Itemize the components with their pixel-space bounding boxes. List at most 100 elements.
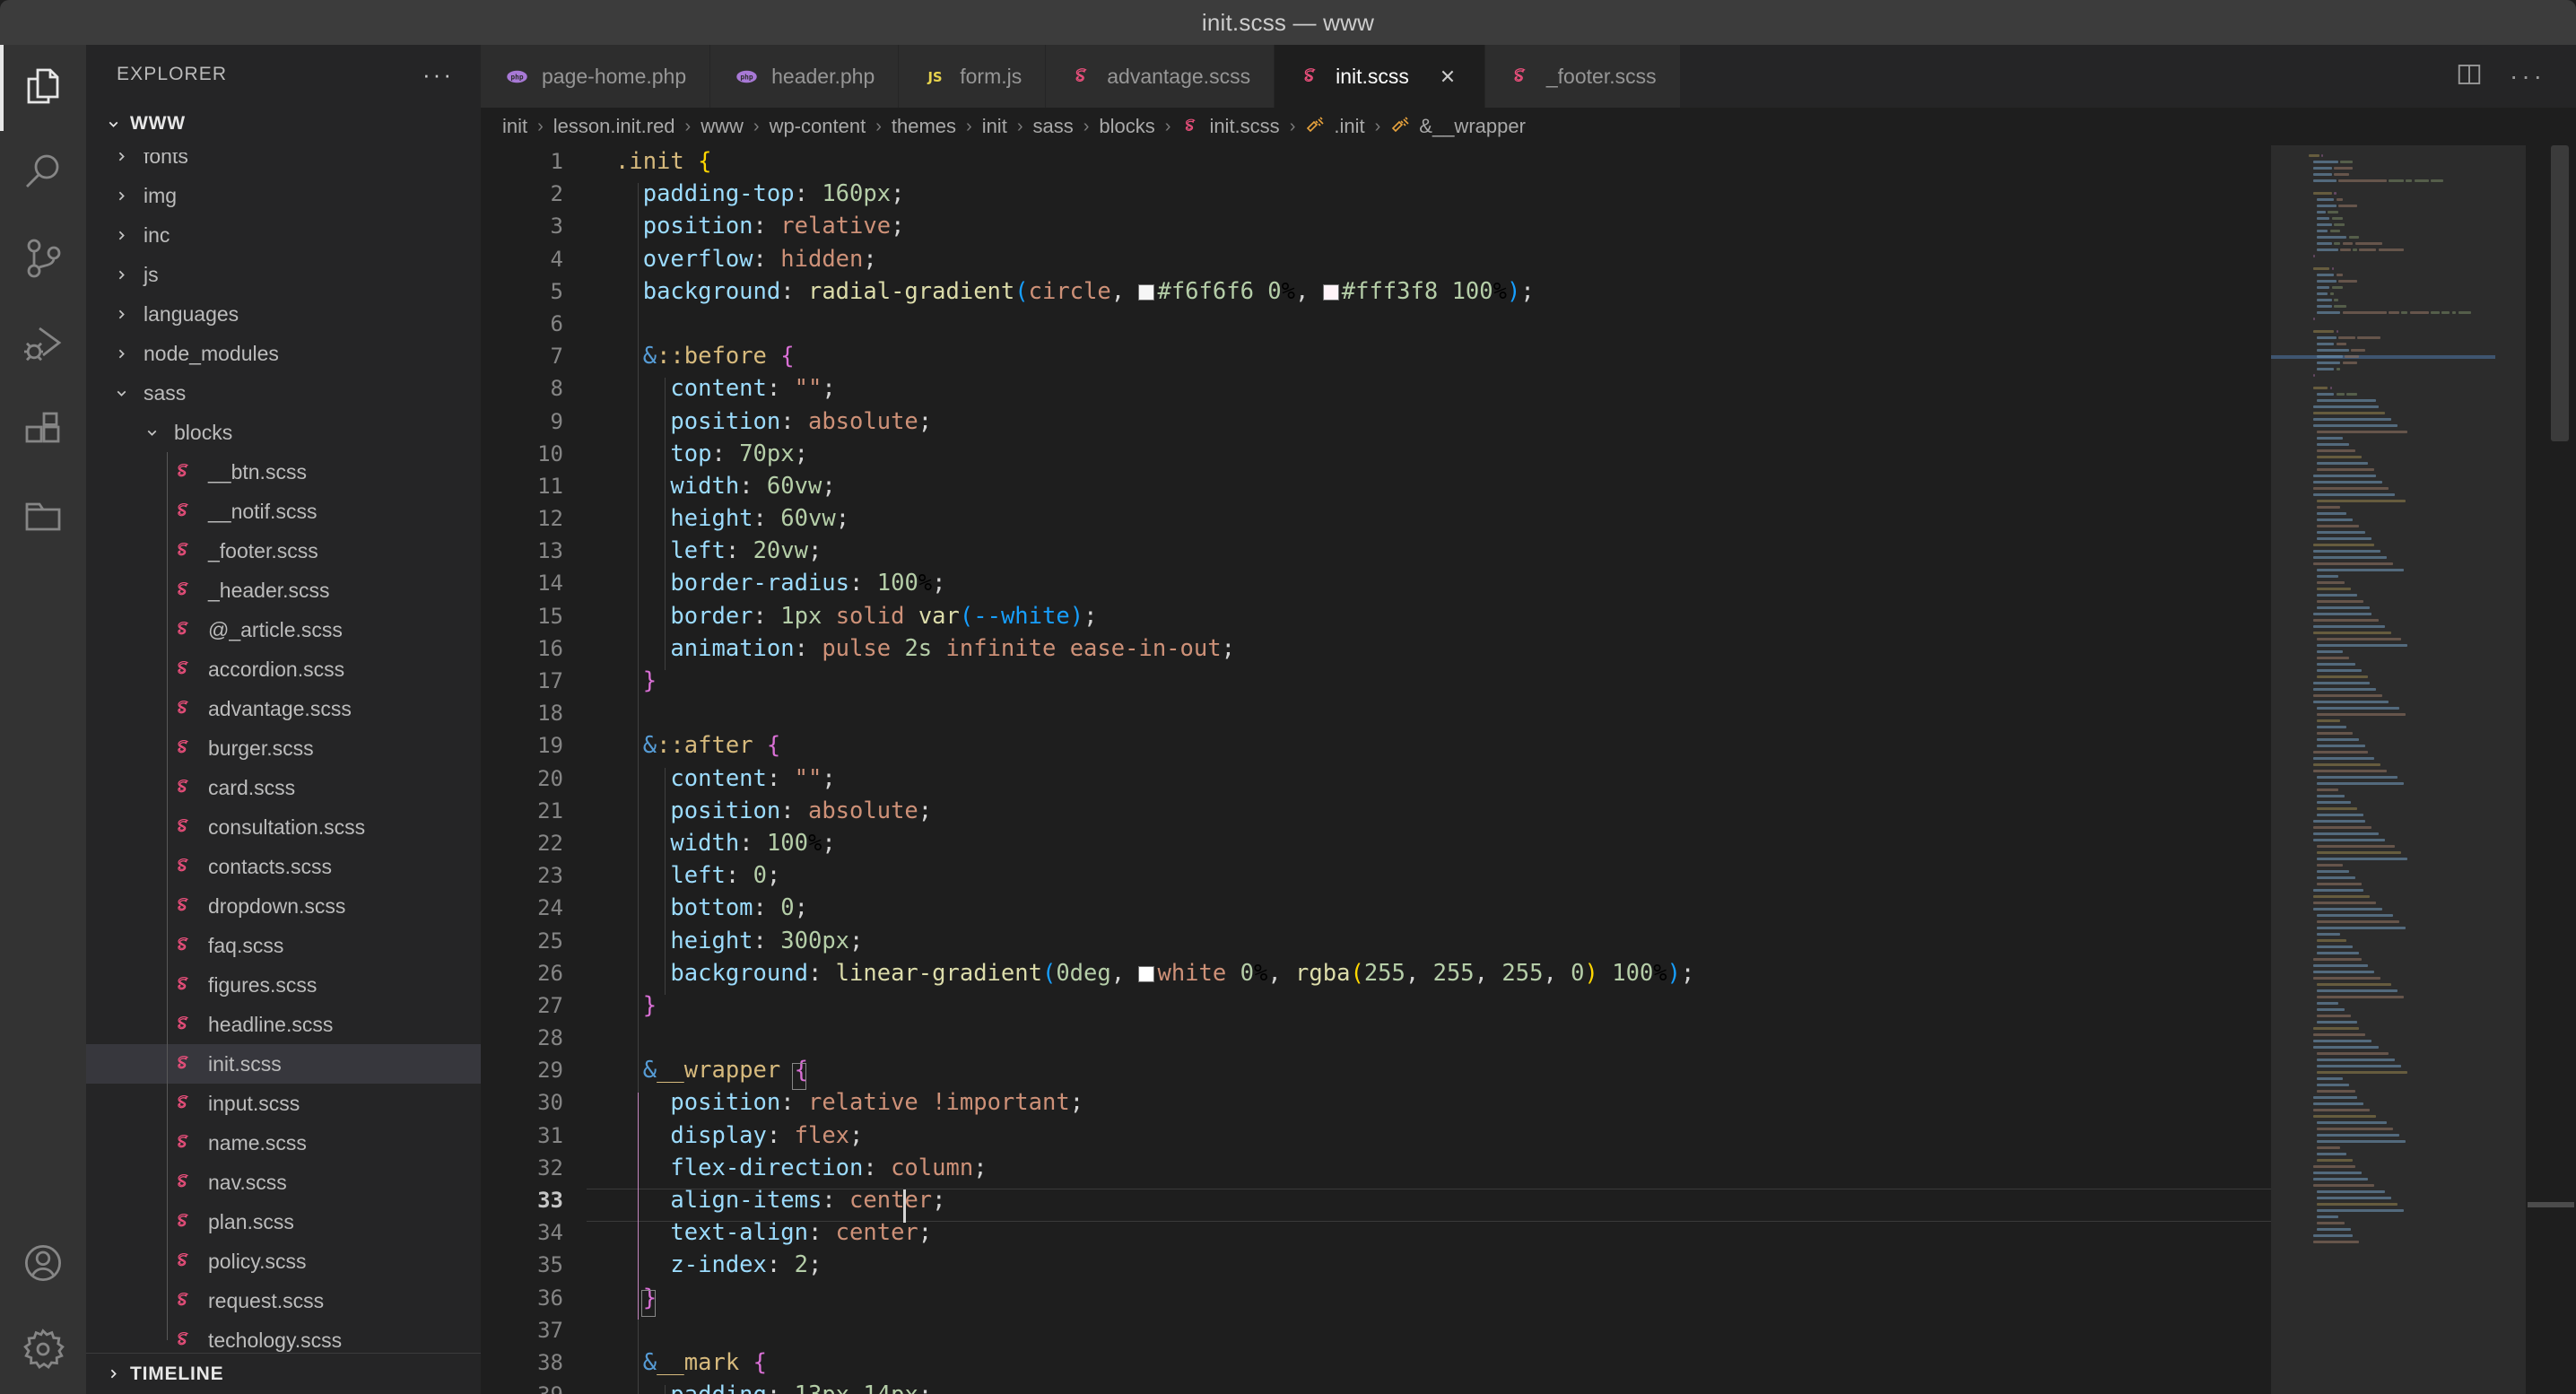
editor-more-actions-icon[interactable]: ··· — [2510, 64, 2546, 89]
tree-item-headline.scss[interactable]: headline.scss — [86, 1005, 481, 1044]
activity-bar-item-manage-settings[interactable] — [0, 1308, 86, 1394]
tree-item-_article.scss[interactable]: @_article.scss — [86, 610, 481, 649]
tree-indent-guide — [167, 452, 168, 1340]
split-editor-icon[interactable] — [2456, 61, 2483, 92]
minimap-line — [2312, 619, 2379, 622]
minimap-line — [2312, 1046, 2379, 1049]
tree-item-init.scss[interactable]: init.scss — [86, 1044, 481, 1084]
tree-item-sass[interactable]: sass — [86, 373, 481, 413]
tree-item-js[interactable]: js — [86, 255, 481, 294]
tab-_footer.scss[interactable]: _footer.scss — [1484, 45, 1681, 108]
minimap-line — [2317, 280, 2337, 283]
tree-item-input.scss[interactable]: input.scss — [86, 1084, 481, 1123]
minimap[interactable] — [2271, 145, 2526, 1394]
breadcrumb[interactable]: init › lesson.init.red › www › wp-content › them… — [481, 108, 2576, 145]
breadcrumb-item-init[interactable]: init — [500, 115, 529, 138]
tab-header.php[interactable]: php header.php — [710, 45, 900, 108]
chevron-right-icon[interactable] — [106, 188, 136, 204]
breadcrumb-item-init[interactable]: init — [980, 115, 1009, 138]
tree-item-advantage.scss[interactable]: advantage.scss — [86, 689, 481, 728]
breadcrumb-item-__wrapper[interactable]: &__wrapper — [1388, 115, 1527, 138]
tree-item-__btn.scss[interactable]: __btn.scss — [86, 452, 481, 492]
activity-bar-item-explorer[interactable] — [0, 45, 86, 131]
line-number: 28 — [537, 1025, 563, 1051]
breadcrumb-item-sass[interactable]: sass — [1031, 115, 1075, 138]
tree-item-policy.scss[interactable]: policy.scss — [86, 1242, 481, 1281]
minimap-line — [2340, 161, 2354, 163]
editor-vertical-scrollbar[interactable] — [2551, 145, 2569, 441]
tab-page-home.php[interactable]: php page-home.php — [481, 45, 711, 108]
explorer-root-folder-header[interactable]: WWW — [86, 104, 481, 144]
tree-item-faq.scss[interactable]: faq.scss — [86, 926, 481, 965]
editor-actions: ··· — [2456, 45, 2576, 108]
tree-item-node_modules[interactable]: node_modules — [86, 334, 481, 373]
tree-item-label: policy.scss — [208, 1249, 307, 1273]
tab-init.scss[interactable]: init.scss — [1275, 45, 1485, 108]
tree-item-request.scss[interactable]: request.scss — [86, 1281, 481, 1320]
text-cursor — [903, 1189, 907, 1223]
minimap-line — [2317, 933, 2341, 936]
close-icon[interactable] — [1434, 63, 1461, 90]
activity-bar-item-source-control[interactable] — [0, 217, 86, 303]
chevron-right-icon[interactable] — [106, 228, 136, 243]
timeline-section-header[interactable]: TIMELINE — [86, 1353, 481, 1394]
tree-item-burger.scss[interactable]: burger.scss — [86, 728, 481, 768]
minimap-line — [2336, 368, 2341, 370]
breadcrumb-item-www[interactable]: www — [699, 115, 745, 138]
activity-bar-item-run-and-debug[interactable] — [0, 303, 86, 389]
tree-item-nav.scss[interactable]: nav.scss — [86, 1163, 481, 1202]
tab-form.js[interactable]: JS form.js — [899, 45, 1047, 108]
activity-bar-item-search[interactable] — [0, 131, 86, 217]
chevron-right-icon[interactable] — [106, 307, 136, 322]
tree-item-card.scss[interactable]: card.scss — [86, 768, 481, 807]
tree-item-fonts[interactable]: fonts — [86, 152, 481, 176]
tree-item-name.scss[interactable]: name.scss — [86, 1123, 481, 1163]
breadcrumb-item-blocks[interactable]: blocks — [1097, 115, 1156, 138]
tree-item-dropdown.scss[interactable]: dropdown.scss — [86, 886, 481, 926]
breadcrumb-item-wp-content[interactable]: wp-content — [768, 115, 868, 138]
tree-item-_header.scss[interactable]: _header.scss — [86, 571, 481, 610]
tree-item-__notif.scss[interactable]: __notif.scss — [86, 492, 481, 531]
minimap-line — [2317, 437, 2343, 440]
minimap-slider[interactable] — [2271, 145, 2526, 1394]
code-editor[interactable]: 1 2 3 4 5 6 7 8 9 10 11 12 13 14 15 16 17 18 19 20 21 22 23 24 2… — [481, 145, 2576, 1394]
breadcrumb-item-.init[interactable]: .init — [1303, 115, 1366, 138]
chevron-right-icon[interactable] — [106, 346, 136, 362]
tree-item-consultation.scss[interactable]: consultation.scss — [86, 807, 481, 847]
minimap-line — [2317, 1153, 2347, 1155]
tab-advantage.scss[interactable]: advantage.scss — [1046, 45, 1275, 108]
minimap-line — [2359, 248, 2377, 251]
tree-item-figures.scss[interactable]: figures.scss — [86, 965, 481, 1005]
minimap-line — [2317, 638, 2402, 640]
tree-item-inc[interactable]: inc — [86, 215, 481, 255]
chevron-down-icon[interactable] — [136, 425, 167, 440]
tree-item-contacts.scss[interactable]: contacts.scss — [86, 847, 481, 886]
explorer-more-actions-icon[interactable]: ··· — [422, 63, 454, 86]
minimap-line — [2409, 311, 2429, 314]
activity-bar-item-remote-explorer[interactable] — [0, 475, 86, 562]
tree-item-blocks[interactable]: blocks — [86, 413, 481, 452]
line-number: 22 — [537, 830, 563, 856]
tree-item-techology.scss[interactable]: techology.scss — [86, 1320, 481, 1353]
minimap-line — [2317, 1222, 2345, 1224]
breadcrumb-item-lesson.init.red[interactable]: lesson.init.red — [552, 115, 677, 138]
chevron-right-icon[interactable] — [106, 152, 136, 164]
tree-item-plan.scss[interactable]: plan.scss — [86, 1202, 481, 1242]
tree-item-img[interactable]: img — [86, 176, 481, 215]
tree-item-_footer.scss[interactable]: _footer.scss — [86, 531, 481, 571]
activity-bar-item-accounts[interactable] — [0, 1222, 86, 1308]
scss-file-icon — [167, 1329, 201, 1352]
breadcrumb-item-init.scss[interactable]: init.scss — [1179, 115, 1281, 138]
file-tree[interactable]: fonts img inc js languages node_modules sass bl… — [86, 152, 481, 1353]
chevron-down-icon[interactable] — [106, 386, 136, 401]
line-number: 19 — [537, 733, 563, 759]
tree-item-accordion.scss[interactable]: accordion.scss — [86, 649, 481, 689]
chevron-right-icon[interactable] — [106, 267, 136, 283]
tree-item-languages[interactable]: languages — [86, 294, 481, 334]
minimap-line — [2312, 1096, 2358, 1099]
line-number: 8 — [550, 376, 563, 402]
breadcrumb-item-themes[interactable]: themes — [890, 115, 958, 138]
activity-bar-item-extensions[interactable] — [0, 389, 86, 475]
minimap-line — [2312, 889, 2364, 892]
line-number: 25 — [537, 928, 563, 954]
